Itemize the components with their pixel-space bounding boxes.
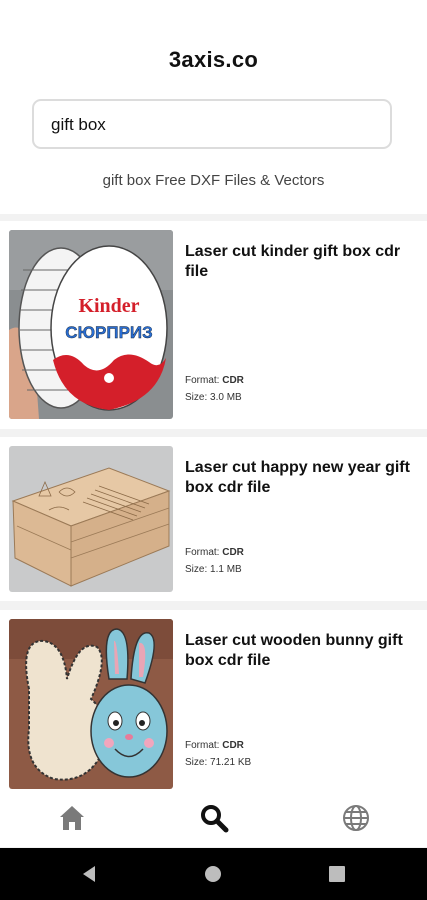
system-back-button[interactable] (80, 864, 100, 884)
result-thumbnail[interactable] (9, 446, 173, 592)
result-meta: Format: CDR Size: 71.21 KB (185, 737, 251, 771)
format-label: Format: (185, 740, 220, 751)
result-thumbnail[interactable]: Kinder СЮРПРИЗ (9, 230, 173, 419)
home-icon (60, 806, 84, 830)
globe-icon (343, 805, 369, 831)
app-title: 3axis.co (168, 47, 259, 72)
back-icon (83, 866, 95, 882)
result-card[interactable]: Kinder СЮРПРИЗ Laser cut kinder gift box… (0, 221, 427, 429)
result-meta: Format: CDR Size: 3.0 MB (185, 372, 244, 406)
thumb-text-top: Kinder (78, 295, 139, 317)
format-value: CDR (222, 375, 244, 386)
size-label: Size: (185, 392, 208, 403)
search-input-value[interactable]: gift box (51, 115, 106, 135)
format-label: Format: (185, 547, 220, 558)
nav-globe-button[interactable] (341, 803, 371, 833)
nav-home-button[interactable] (57, 803, 87, 833)
result-thumbnail[interactable] (9, 619, 173, 789)
home-circle-icon (205, 866, 221, 882)
search-input[interactable]: gift box (32, 99, 392, 149)
result-title[interactable]: Laser cut kinder gift box cdr file (185, 242, 413, 282)
system-recents-button[interactable] (327, 864, 347, 884)
result-card[interactable]: Laser cut happy new year gift box cdr fi… (0, 437, 427, 601)
format-value: CDR (222, 547, 244, 558)
result-meta: Format: CDR Size: 1.1 MB (185, 544, 244, 578)
size-value: 3.0 MB (210, 392, 242, 403)
system-nav-bar (0, 848, 427, 900)
recents-icon (329, 866, 345, 882)
results-heading: gift box Free DXF Files & Vectors (102, 172, 325, 189)
search-icon (201, 805, 229, 833)
system-home-button[interactable] (203, 864, 223, 884)
header: 3axis.co gift box gift box Free DXF File… (0, 0, 427, 214)
result-title[interactable]: Laser cut wooden bunny gift box cdr file (185, 631, 413, 671)
result-card[interactable]: Laser cut wooden bunny gift box cdr file… (0, 610, 427, 789)
size-label: Size: (185, 757, 208, 768)
result-title[interactable]: Laser cut happy new year gift box cdr fi… (185, 458, 413, 498)
bottom-nav (0, 789, 427, 847)
size-label: Size: (185, 564, 208, 575)
format-label: Format: (185, 375, 220, 386)
size-value: 1.1 MB (210, 564, 242, 575)
format-value: CDR (222, 740, 244, 751)
nav-search-button[interactable] (199, 803, 229, 833)
thumb-text-bottom: СЮРПРИЗ (65, 323, 153, 342)
size-value: 71.21 KB (210, 757, 252, 768)
